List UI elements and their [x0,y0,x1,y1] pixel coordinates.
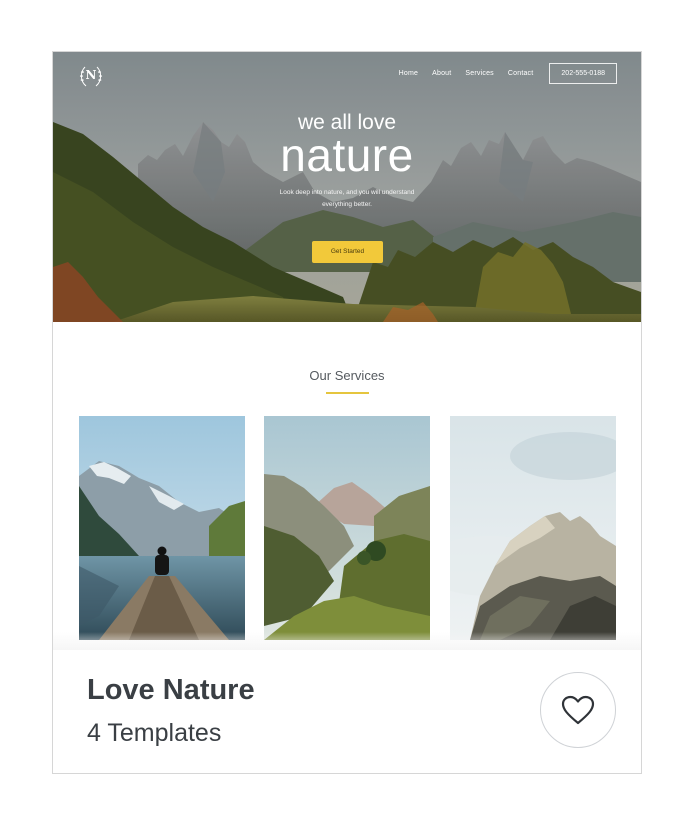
hero-description: Look deep into nature, and you will unde… [279,189,415,208]
service-image-cliff [450,416,616,640]
template-name[interactable]: Love Nature [87,674,255,707]
nav-item-contact[interactable]: Contact [508,70,534,77]
preview-fade [53,632,641,652]
top-nav: Home About Services Contact 202-555-0188 [399,63,617,84]
heart-icon [561,695,595,725]
nav-item-about[interactable]: About [432,70,451,77]
nav-item-home[interactable]: Home [399,70,418,77]
logo[interactable]: N [77,62,105,90]
card-footer: Love Nature 4 Templates [53,650,641,773]
favorite-button[interactable] [540,672,616,748]
services-heading: Our Services [309,368,385,383]
hero-title: nature [280,129,414,181]
template-card[interactable]: N Home About Services Contact 202-555-01… [52,51,642,774]
logo-letter: N [85,68,97,82]
service-image-valley [264,416,430,640]
template-count: 4 Templates [87,719,222,747]
service-image-lake [79,416,245,640]
phone-button[interactable]: 202-555-0188 [549,63,617,84]
hero-banner: N Home About Services Contact 202-555-01… [53,52,641,322]
get-started-button[interactable]: Get Started [312,241,383,263]
nav-item-services[interactable]: Services [465,70,493,77]
services-underline [326,392,369,394]
